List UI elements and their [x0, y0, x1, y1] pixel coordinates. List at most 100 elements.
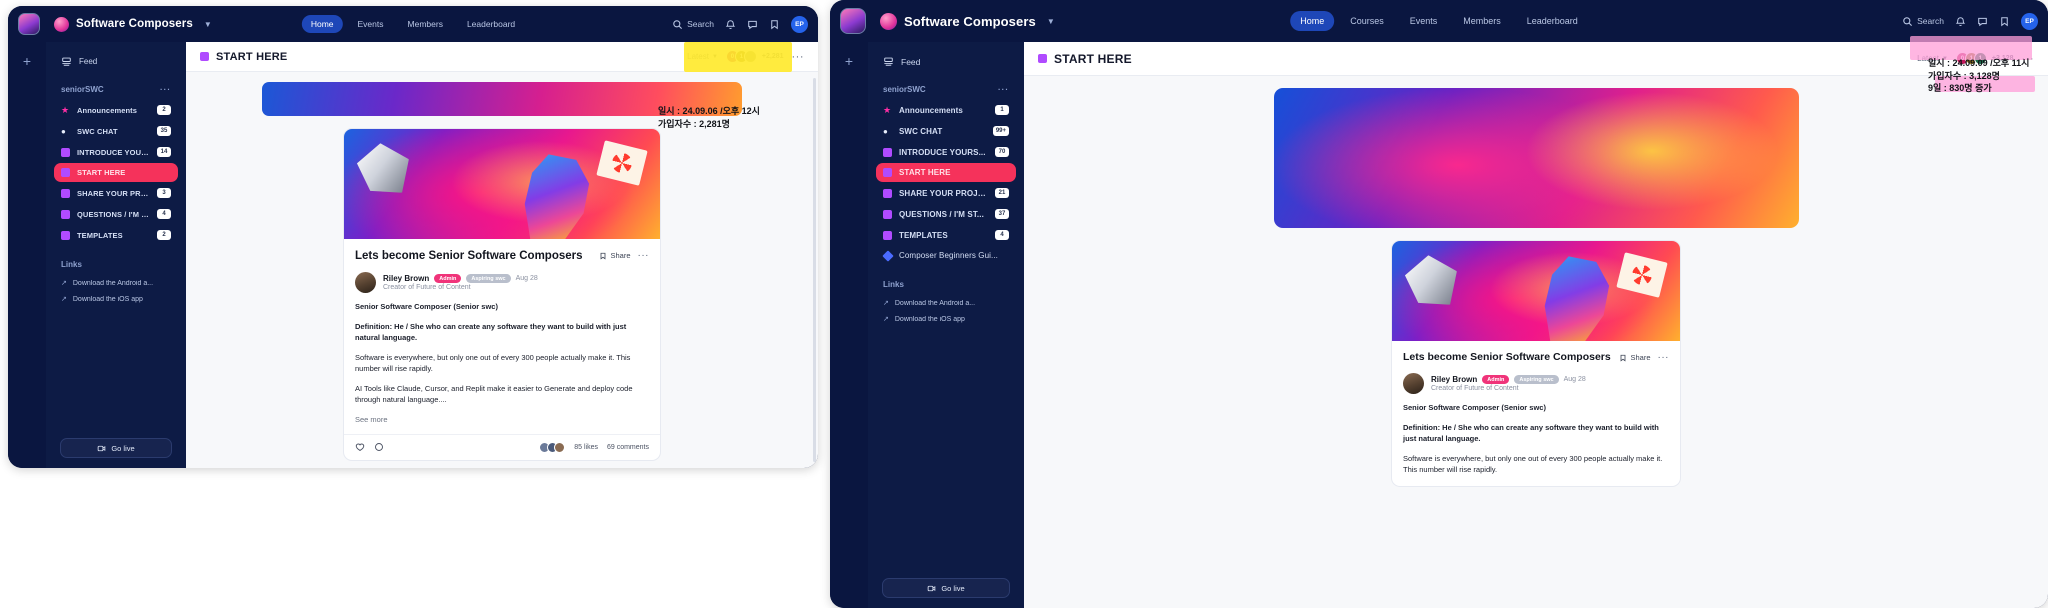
user-avatar[interactable]: EP: [791, 15, 808, 33]
share-button[interactable]: Share: [599, 251, 631, 260]
brand[interactable]: Software Composers ▼: [880, 12, 1055, 30]
share-label: Share: [610, 251, 631, 260]
brand[interactable]: Software Composers ▼: [54, 16, 212, 32]
nav-item-leaderboard[interactable]: Leaderboard: [458, 15, 524, 33]
channel-label: SWC CHAT: [899, 126, 943, 136]
sidebar-link-ios[interactable]: ↗ Download the iOS app: [54, 291, 178, 307]
add-workspace-icon[interactable]: +: [23, 54, 31, 68]
sidebar-item-introduce-yourself[interactable]: INTRODUCE YOURS... 70: [876, 142, 1016, 162]
post-author: Riley Brown Admin Aspiring swc Aug 28 Cr…: [355, 272, 649, 294]
chat-bubble-icon: ●: [61, 126, 66, 136]
comment-icon[interactable]: [374, 442, 384, 452]
sidebar-item-templates[interactable]: TEMPLATES 2: [54, 225, 178, 245]
search-icon: [672, 19, 683, 30]
content-scroll-area[interactable]: Lets become Senior Software Composers Sh…: [186, 72, 818, 468]
nav-item-members[interactable]: Members: [1453, 11, 1511, 31]
comments-count[interactable]: 69 comments: [607, 444, 649, 451]
brand-name: Software Composers: [76, 18, 193, 30]
chat-icon[interactable]: [747, 19, 758, 30]
scrollbar[interactable]: [813, 78, 816, 462]
avatar[interactable]: [355, 272, 376, 294]
nav-item-members[interactable]: Members: [399, 15, 452, 33]
post-cover-image[interactable]: [344, 129, 660, 239]
post-cover-image[interactable]: [1392, 241, 1680, 341]
group-menu-icon[interactable]: ···: [160, 85, 171, 94]
post-more-icon[interactable]: ···: [1658, 352, 1670, 362]
avatar[interactable]: [1403, 373, 1424, 395]
member-facepile[interactable]: 0 1 +2,281: [725, 50, 784, 63]
brand-logo-icon: [880, 12, 897, 30]
post-title[interactable]: Lets become Senior Software Composers: [355, 249, 583, 263]
sidebar-item-questions[interactable]: QUESTIONS / I'M ST... 4: [54, 204, 178, 224]
sidebar-item-introduce-yourself[interactable]: INTRODUCE YOURS... 14: [54, 142, 178, 162]
nav-item-events[interactable]: Events: [349, 15, 393, 33]
sidebar-link-android[interactable]: ↗ Download the Android a...: [54, 275, 178, 291]
channel-square-icon: [200, 52, 209, 61]
post-paragraph: Software is everywhere, but only one out…: [1403, 453, 1663, 474]
nav-item-leaderboard[interactable]: Leaderboard: [1517, 11, 1588, 31]
star-icon: ★: [61, 104, 70, 115]
hero-banner[interactable]: [1273, 88, 1799, 228]
likes-count[interactable]: 85 likes: [574, 444, 598, 451]
sort-dropdown[interactable]: Latest ▼: [687, 52, 718, 61]
chevron-down-icon[interactable]: ▼: [1047, 17, 1055, 26]
add-workspace-icon[interactable]: +: [845, 54, 853, 68]
search-button[interactable]: Search: [672, 19, 714, 30]
post-more-icon[interactable]: ···: [638, 250, 650, 260]
bell-icon[interactable]: [1955, 16, 1966, 27]
sidebar-item-swc-chat[interactable]: ● SWC CHAT 35: [54, 121, 178, 141]
sidebar-item-feed[interactable]: Feed: [54, 50, 178, 73]
admin-badge: Admin: [1482, 375, 1510, 385]
channel-badge: 2: [157, 105, 171, 115]
sidebar-item-start-here[interactable]: START HERE: [876, 163, 1016, 182]
author-name[interactable]: Riley Brown: [1431, 375, 1477, 384]
heart-icon[interactable]: [355, 442, 365, 452]
chat-icon[interactable]: [1977, 16, 1988, 27]
user-avatar[interactable]: EP: [2021, 12, 2038, 30]
decorative-polygon-shape: [355, 140, 414, 199]
share-button[interactable]: Share: [1619, 353, 1651, 362]
channel-badge: 4: [157, 209, 171, 219]
nav-item-home[interactable]: Home: [301, 15, 343, 33]
workspace-avatar[interactable]: [18, 13, 40, 35]
channel-label: QUESTIONS / I'M ST...: [77, 209, 150, 219]
bell-icon[interactable]: [725, 19, 736, 30]
sidebar-item-start-here[interactable]: START HERE: [54, 163, 178, 182]
sidebar-item-composer-beginners-guide[interactable]: Composer Beginners Gui...: [876, 246, 1016, 265]
bookmark-icon[interactable]: [1999, 16, 2010, 27]
group-menu-icon[interactable]: ···: [998, 85, 1009, 94]
facepile-avatar: [743, 50, 757, 63]
annotation-datetime: 일시 : 24.09.09 /오후 11시: [1928, 58, 2030, 68]
more-options-icon[interactable]: ···: [792, 51, 805, 62]
channel-square-icon: [1038, 54, 1047, 63]
decorative-polygon-shape: [1403, 252, 1462, 311]
workspace-avatar[interactable]: [840, 8, 866, 34]
sidebar-item-announcements[interactable]: ★ Announcements 2: [54, 100, 178, 120]
channel-label: Announcements: [77, 105, 138, 115]
chevron-down-icon[interactable]: ▼: [204, 20, 212, 29]
see-more-button[interactable]: See more: [355, 415, 649, 424]
sidebar-item-announcements[interactable]: ★ Announcements 1: [876, 100, 1016, 120]
search-button[interactable]: Search: [1902, 16, 1944, 27]
sidebar-item-share-your-project[interactable]: SHARE YOUR PROJE... 3: [54, 183, 178, 203]
sidebar-item-questions[interactable]: QUESTIONS / I'M ST... 37: [876, 204, 1016, 224]
sidebar-item-templates[interactable]: TEMPLATES 4: [876, 225, 1016, 245]
link-label: Download the Android a...: [72, 279, 154, 287]
post-title[interactable]: Lets become Senior Software Composers: [1403, 351, 1611, 364]
author-name[interactable]: Riley Brown: [383, 274, 429, 283]
sidebar-item-share-your-project[interactable]: SHARE YOUR PROJE... 21: [876, 183, 1016, 203]
nav-item-home[interactable]: Home: [1290, 11, 1335, 31]
nav-item-events[interactable]: Events: [1400, 11, 1448, 31]
bookmark-icon[interactable]: [769, 19, 780, 30]
nav-item-courses[interactable]: Courses: [1340, 11, 1394, 31]
sidebar-item-swc-chat[interactable]: ● SWC CHAT 99+: [876, 121, 1016, 141]
sidebar-link-android[interactable]: ↗ Download the Android a...: [876, 295, 1016, 311]
go-live-button[interactable]: Go live: [882, 578, 1010, 598]
role-badge: Aspiring swc: [466, 274, 511, 284]
content-scroll-area[interactable]: Lets become Senior Software Composers Sh…: [1024, 76, 2048, 608]
go-live-button[interactable]: Go live: [60, 438, 172, 458]
sidebar-item-feed[interactable]: Feed: [876, 50, 1016, 73]
sidebar-link-ios[interactable]: ↗ Download the iOS app: [876, 311, 1016, 327]
sidebar-links-title: Links: [61, 260, 82, 269]
sidebar-links-title: Links: [883, 280, 904, 289]
